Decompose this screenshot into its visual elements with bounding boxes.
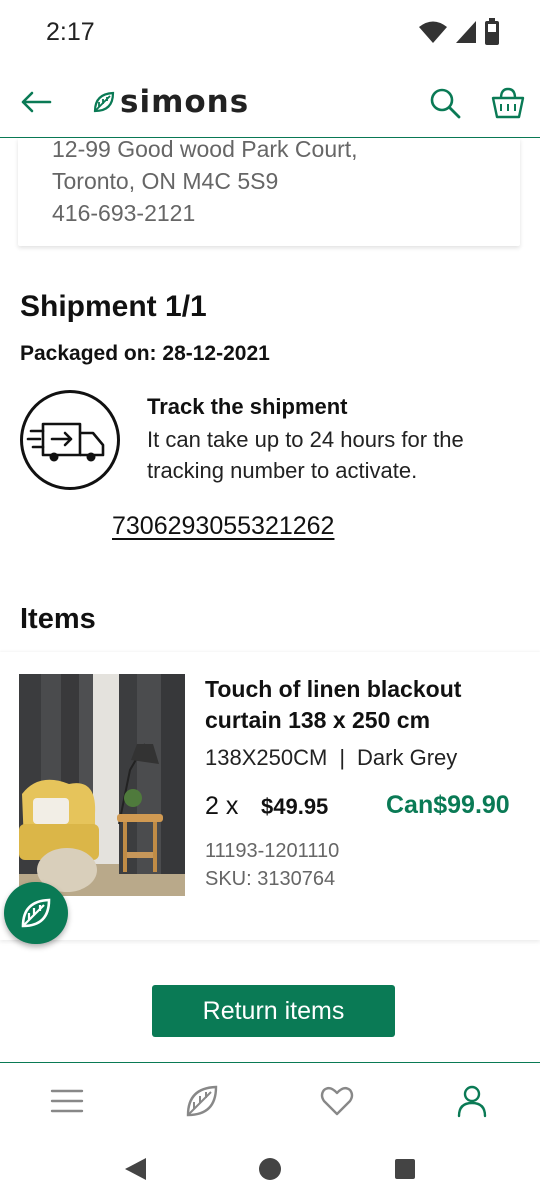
brand-logo[interactable]: simons — [92, 84, 249, 120]
leaf-icon — [186, 1085, 218, 1117]
nav-favorites[interactable] — [319, 1083, 355, 1119]
product-code: 11193-1201110 — [205, 840, 340, 862]
leaf-logo-icon — [93, 91, 115, 113]
items-title: Items — [20, 603, 96, 635]
truck-icon — [20, 390, 120, 490]
system-navigation-bar — [0, 1138, 540, 1200]
shopping-bag-button[interactable] — [490, 86, 526, 120]
packaged-date: 28-12-2021 — [162, 342, 270, 365]
signal-icon — [456, 21, 476, 43]
list-item[interactable]: Touch of linen blackout curtain 138 x 25… — [0, 652, 540, 940]
battery-icon — [485, 18, 499, 45]
search-button[interactable] — [428, 86, 462, 120]
bottom-navigation — [0, 1062, 540, 1138]
address-line-2: Toronto, ON M4C 5S9 — [52, 168, 279, 194]
address-phone: 416-693-2121 — [52, 200, 196, 226]
account-icon — [457, 1085, 487, 1118]
shipment-title: Shipment 1/1 — [20, 290, 207, 323]
address-line-1: 12-99 Good wood Park Court, — [52, 136, 358, 162]
packaged-on: Packaged on: 28-12-2021 — [20, 342, 270, 366]
total-price: Can$99.90 — [386, 791, 510, 819]
status-time: 2:17 — [46, 18, 95, 46]
app-header: simons — [0, 68, 540, 138]
tracking-number-link[interactable]: 7306293055321262 — [112, 512, 334, 541]
floating-leaf-button[interactable] — [4, 882, 68, 944]
leaf-icon — [21, 898, 51, 928]
status-icons — [418, 18, 500, 46]
product-image — [19, 674, 185, 896]
heart-icon — [320, 1086, 354, 1116]
nav-home[interactable] — [184, 1083, 220, 1119]
shopping-bag-icon — [491, 87, 525, 119]
product-size: 138X250CM — [205, 745, 328, 770]
track-shipment-title: Track the shipment — [147, 394, 348, 419]
product-color: Dark Grey — [357, 745, 458, 770]
status-bar: 2:17 — [0, 0, 540, 68]
unit-price: $49.95 — [261, 794, 329, 819]
variant-separator: | — [339, 745, 346, 770]
system-home-icon[interactable] — [257, 1156, 283, 1182]
nav-menu[interactable] — [49, 1083, 85, 1119]
product-quantity: 2 x — [205, 792, 239, 820]
shipping-address-card: 12-99 Good wood Park Court, Toronto, ON … — [18, 136, 520, 246]
search-icon — [430, 88, 461, 119]
back-arrow-icon — [21, 91, 52, 113]
wifi-icon — [419, 21, 447, 43]
packaged-label: Packaged on: — [20, 342, 157, 365]
track-shipment-description: It can take up to 24 hours for the track… — [147, 427, 464, 483]
product-sku: SKU: 3130764 — [205, 868, 336, 890]
return-items-button[interactable]: Return items — [152, 985, 395, 1037]
nav-account[interactable] — [454, 1083, 490, 1119]
product-variant: 138X250CM | Dark Grey — [205, 745, 457, 771]
brand-name: simons — [120, 84, 250, 120]
system-back-icon[interactable] — [122, 1156, 148, 1182]
system-recents-icon[interactable] — [393, 1157, 417, 1181]
back-button[interactable] — [18, 84, 54, 120]
menu-icon — [50, 1089, 84, 1113]
product-name[interactable]: Touch of linen blackout curtain 138 x 25… — [205, 674, 525, 736]
